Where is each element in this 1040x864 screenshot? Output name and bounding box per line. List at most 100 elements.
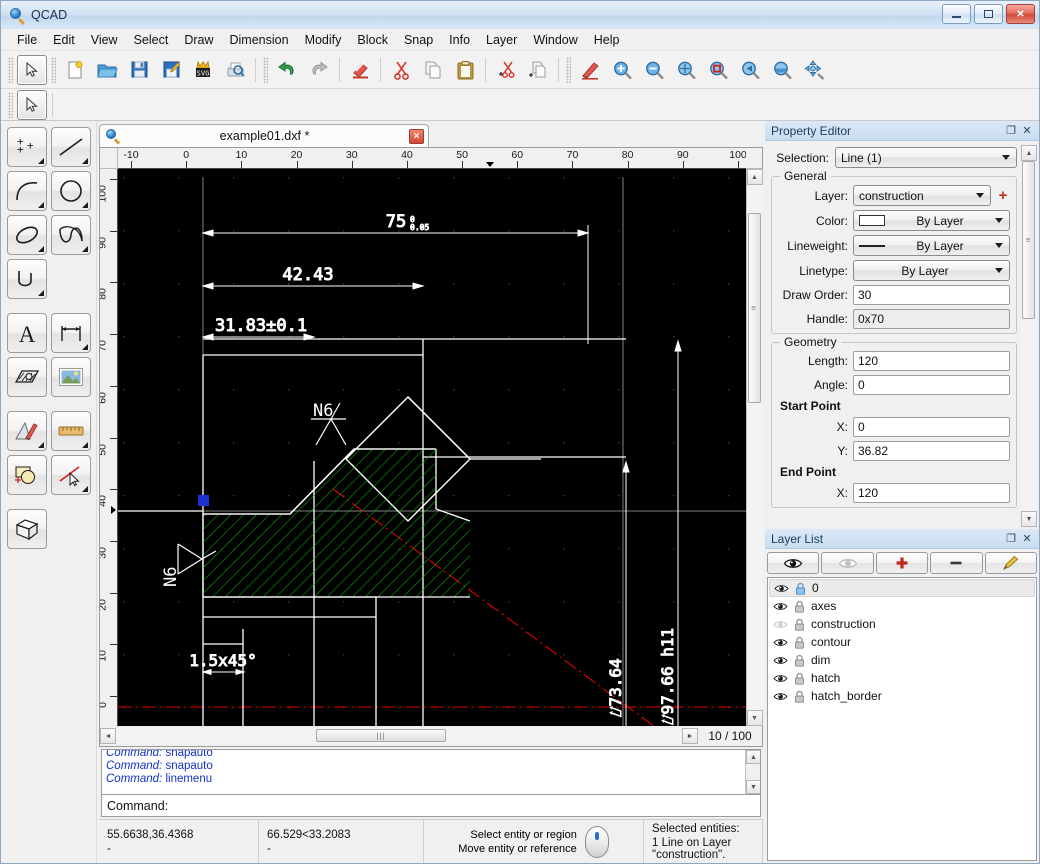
circle-tool-button[interactable] [51,171,91,211]
command-input[interactable]: Command: [101,795,761,817]
lock-icon[interactable] [794,600,805,613]
new-file-button[interactable] [60,55,90,85]
menu-view[interactable]: View [83,30,126,50]
arc-tool-button[interactable] [7,171,47,211]
vscroll-thumb[interactable]: ≡ [748,213,761,403]
property-editor-float-icon[interactable]: ❐ [1003,123,1019,139]
menu-modify[interactable]: Modify [297,30,350,50]
lock-icon[interactable] [794,654,805,667]
save-as-button[interactable] [156,55,186,85]
copy-with-reference-button[interactable] [523,55,553,85]
menu-snap[interactable]: Snap [396,30,441,50]
eye-icon[interactable] [774,583,789,594]
eye-dim-icon[interactable] [773,619,788,630]
layer-list-float-icon[interactable]: ❐ [1003,531,1019,547]
scroll-down-icon[interactable]: ▼ [747,710,763,726]
toolbar-grip-4[interactable] [566,57,571,83]
document-tab-close-icon[interactable]: × [409,129,424,144]
vertical-ruler[interactable]: 0102030405060708090100 [100,169,118,726]
cut-with-reference-button[interactable] [491,55,521,85]
measure-tool-button[interactable] [51,411,91,451]
export-svg-button[interactable]: SVG [188,55,218,85]
menu-draw[interactable]: Draw [176,30,221,50]
spline-tool-button[interactable] [51,215,91,255]
pan-button[interactable] [799,55,829,85]
select-entity-button[interactable] [17,90,47,120]
image-tool-button[interactable] [51,357,91,397]
select-tool-button[interactable] [17,55,47,85]
draw-line-button[interactable] [575,55,605,85]
lock-icon[interactable] [794,618,805,631]
maximize-button[interactable] [974,4,1003,24]
modify-tool-button[interactable] [7,455,47,495]
layer-list-item[interactable]: hatch_border [769,687,1035,705]
lock-icon[interactable] [795,582,806,595]
layer-list-close-icon[interactable]: ✕ [1019,531,1035,547]
draw-order-field[interactable]: 30 [853,285,1010,305]
lock-icon[interactable] [794,690,805,703]
remove-layer-button[interactable] [930,552,982,574]
menu-window[interactable]: Window [525,30,585,50]
toolbar-grip[interactable] [8,57,13,83]
polyline-tool-button[interactable] [7,259,47,299]
save-file-button[interactable] [124,55,154,85]
menu-info[interactable]: Info [441,30,478,50]
command-history-scrollbar[interactable]: ▲ ▼ [745,750,760,794]
point-tool-button[interactable]: + + + [7,127,47,167]
horizontal-ruler[interactable]: -100102030405060708090100 [118,148,746,169]
command-history[interactable]: Command: snapauto Command: snapauto Comm… [101,749,761,795]
toolbar2-grip[interactable] [8,92,13,118]
redo-button[interactable] [304,55,334,85]
eye-icon[interactable] [773,655,788,666]
copy-button[interactable] [418,55,448,85]
paste-button[interactable] [450,55,480,85]
hscroll-thumb[interactable]: ||| [316,729,446,742]
zoom-in-button[interactable] [607,55,637,85]
zoom-selection-button[interactable] [703,55,733,85]
prop-scroll-down-icon[interactable]: ▼ [1021,511,1037,527]
scroll-right-icon[interactable]: ► [682,728,698,744]
menu-help[interactable]: Help [586,30,628,50]
snap-tool-button[interactable] [51,455,91,495]
erase-button[interactable] [345,55,375,85]
dimension-tool-button[interactable] [51,313,91,353]
print-preview-button[interactable] [220,55,250,85]
layer-list-item[interactable]: axes [769,597,1035,615]
prop-scroll-up-icon[interactable]: ▲ [1021,145,1037,161]
selection-combo[interactable]: Line (1) [835,147,1017,168]
close-button[interactable]: ✕ [1006,4,1035,24]
property-editor-close-icon[interactable]: ✕ [1019,123,1035,139]
menu-block[interactable]: Block [349,30,396,50]
zoom-auto-button[interactable] [671,55,701,85]
zoom-out-button[interactable] [639,55,669,85]
isometric-tool-button[interactable] [7,509,47,549]
minimize-button[interactable] [942,4,971,24]
hscroll-track[interactable]: ||| [116,728,682,744]
prop-scroll-thumb[interactable]: ≡ [1022,161,1035,319]
menu-layer[interactable]: Layer [478,30,525,50]
menu-file[interactable]: File [9,30,45,50]
layer-list-item[interactable]: construction [769,615,1035,633]
length-field[interactable]: 120 [853,351,1010,371]
zoom-window-button[interactable] [767,55,797,85]
toolbar-grip-3[interactable] [263,57,268,83]
layer-combo[interactable]: construction [853,185,991,206]
toolbar-grip-2[interactable] [51,57,56,83]
cut-button[interactable] [386,55,416,85]
cmd-scroll-up-icon[interactable]: ▲ [746,750,761,764]
end-x-field[interactable]: 120 [853,483,1010,503]
show-all-layers-button[interactable] [767,552,819,574]
hatch-tool-button[interactable] [7,357,47,397]
ellipse-tool-button[interactable] [7,215,47,255]
vscroll-track[interactable]: ≡ [747,185,763,710]
edit-layer-button[interactable] [985,552,1037,574]
scroll-left-icon[interactable]: ◄ [100,728,116,744]
layer-list-item[interactable]: contour [769,633,1035,651]
lock-icon[interactable] [794,672,805,685]
layer-list-item[interactable]: hatch [769,669,1035,687]
cad-drawing-canvas[interactable]: 75 0 0.05 42.43 [118,169,746,726]
lineweight-combo[interactable]: By Layer [853,235,1010,256]
zoom-previous-button[interactable] [735,55,765,85]
menu-dimension[interactable]: Dimension [222,30,297,50]
start-x-field[interactable]: 0 [853,417,1010,437]
